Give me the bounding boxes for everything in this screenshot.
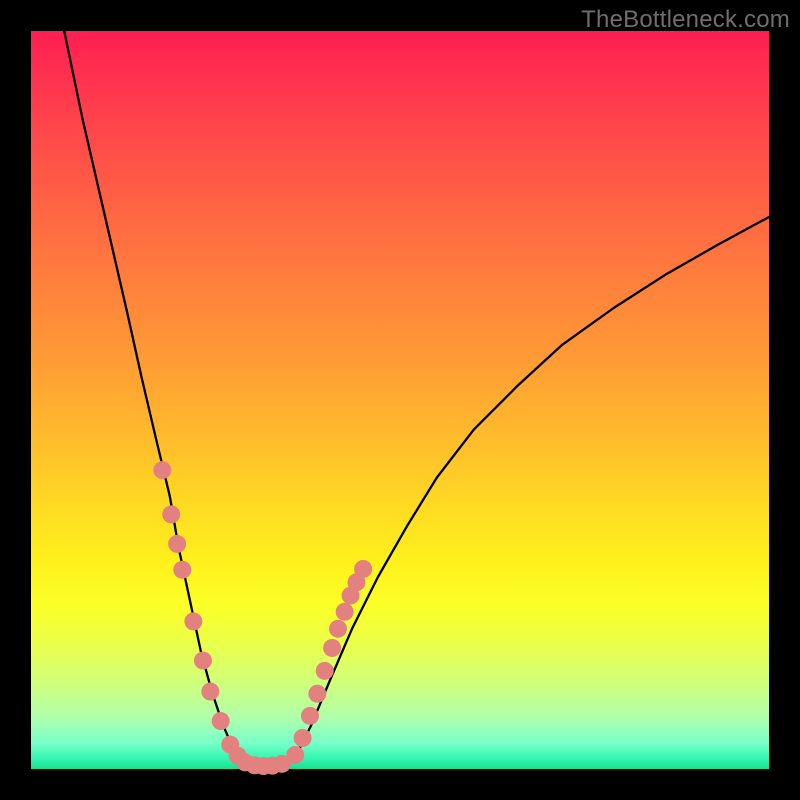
data-point bbox=[184, 612, 202, 630]
data-point bbox=[194, 652, 212, 670]
data-point bbox=[301, 707, 319, 725]
data-point bbox=[316, 662, 334, 680]
data-point bbox=[153, 461, 171, 479]
chart-frame: TheBottleneck.com bbox=[0, 0, 800, 800]
data-point bbox=[173, 561, 191, 579]
series-group bbox=[64, 31, 769, 766]
data-point bbox=[323, 639, 341, 657]
data-point bbox=[336, 603, 354, 621]
data-point bbox=[286, 746, 304, 764]
data-point bbox=[329, 620, 347, 638]
data-point bbox=[162, 505, 180, 523]
chart-svg bbox=[31, 31, 769, 769]
data-point bbox=[354, 560, 372, 578]
plot-area bbox=[31, 31, 769, 769]
data-point bbox=[294, 729, 312, 747]
marker-group bbox=[153, 461, 372, 775]
data-point bbox=[168, 535, 186, 553]
bottleneck-curve bbox=[64, 31, 769, 766]
watermark-text: TheBottleneck.com bbox=[581, 6, 790, 34]
data-point bbox=[201, 683, 219, 701]
data-point bbox=[308, 685, 326, 703]
data-point bbox=[212, 712, 230, 730]
